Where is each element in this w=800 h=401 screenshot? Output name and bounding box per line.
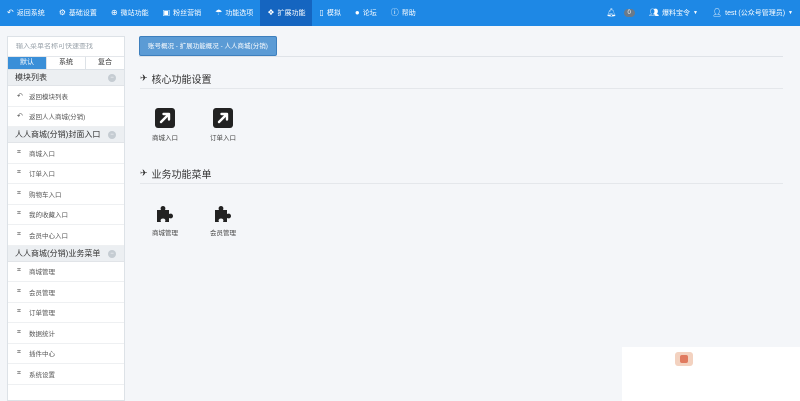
sidebar-item-shop-management[interactable]: ⌗ 商城管理 [8,262,124,282]
tab-system[interactable]: 系统 [47,57,86,69]
umbrella-icon: ☂ [215,8,223,17]
logo-mark [675,352,693,366]
sidebar-item-return-shop[interactable]: ↶ 返回人人商城(分销) [8,107,124,127]
sitemap-icon: ⌗ [17,230,21,238]
info-circle-icon: ⓘ [390,8,399,17]
user-menu[interactable]: 👤︎ test (公众号管理员) ▼ [705,0,800,26]
tile-order-entry[interactable]: 订单入口 [203,108,243,142]
reply-icon: ↶ [17,92,23,100]
tile-shop-management[interactable]: 商城管理 [145,203,185,237]
tile-member-management[interactable]: 会员管理 [203,203,243,237]
collapse-icon[interactable]: − [108,249,116,258]
gift-icon: ▣ [162,8,171,17]
nav-basic-settings[interactable]: ⚙ 基础设置 [52,0,104,26]
reply-icon: ↶ [17,113,23,121]
puzzle-piece-icon [157,206,173,222]
sitemap-icon: ⌗ [17,328,21,336]
menu-search [8,37,124,57]
sidebar-item-favorites-entry[interactable]: ⌗ 我的收藏入口 [8,205,124,225]
sidebar-item-plugin-center[interactable]: ⌗ 插件中心 [8,344,124,364]
sidebar-item-return-module-list[interactable]: ↶ 返回模块列表 [8,86,124,107]
sitemap-icon: ⌗ [17,349,21,357]
sitemap-icon: ⌗ [17,189,21,197]
gear-icon: ⚙ [58,8,66,17]
nav-extensions[interactable]: ❖ 扩展功能 [260,0,313,26]
nav-fans-marketing[interactable]: ▣ 粉丝营销 [156,0,209,26]
group-module-list[interactable]: 模块列表 − [8,70,124,86]
sidebar-item-cart-entry[interactable]: ⌗ 购物车入口 [8,184,124,205]
menu-search-input[interactable] [16,43,116,50]
breadcrumb-divider [139,56,783,57]
sidebar-item-order-entry[interactable]: ⌗ 订单入口 [8,164,124,184]
section-title-business: ✈ 业务功能菜单 [140,168,212,181]
sidebar-tabs: 默认 系统 复合 [8,57,124,70]
section-divider [140,88,783,89]
sidebar-item-statistics[interactable]: ⌗ 数据统计 [8,323,124,344]
sitemap-icon: ⌗ [17,210,21,218]
tab-composite[interactable]: 复合 [86,57,124,69]
cubes-icon: ❖ [267,8,275,17]
plus-circle-icon: ⊕ [110,8,118,17]
puzzle-piece-icon [215,206,231,222]
sitemap-icon: ⌗ [17,169,21,177]
breadcrumb[interactable]: 账号概况 - 扩展功能概况 - 人人商城(分销) [139,36,277,56]
reply-icon: ↶ [7,8,14,17]
sitemap-icon: ⌗ [17,308,21,316]
sitemap-icon: ⌗ [17,369,21,377]
comment-icon: ● [354,8,360,17]
nav-microsite[interactable]: ⊕ 微站功能 [104,0,156,26]
nav-function-options[interactable]: ☂ 功能选项 [208,0,260,26]
nav-return-system[interactable]: ↶ 返回系统 [0,0,52,26]
tab-default[interactable]: 默认 [8,57,47,69]
sidebar-item-order-management[interactable]: ⌗ 订单管理 [8,303,124,323]
sidebar-item-member-management[interactable]: ⌗ 会员管理 [8,282,124,303]
users-icon: 👥︎ [648,8,660,17]
sitemap-icon: ⌗ [17,267,21,275]
sidebar-item-shop-entry[interactable]: ⌗ 商城入口 [8,143,124,164]
account-switcher[interactable]: 👥︎ 爆料宝令 ▼ [642,0,705,26]
sitemap-icon: ⌗ [17,148,21,156]
collapse-icon[interactable]: − [108,74,116,82]
plane-icon: ✈ [140,168,148,178]
top-navbar: ↶ 返回系统 ⚙ 基础设置 ⊕ 微站功能 ▣ 粉丝营销 ☂ 功能选项 ❖ 扩展功能 ▯ 模拟 … [0,0,800,26]
section-title-core: ✈ 核心功能设置 [140,73,212,86]
nav-right-group: 🔔︎ 0 👥︎ 爆料宝令 ▼ 👤︎ test (公众号管理员) ▼ [599,0,800,26]
sidebar-item-system-settings[interactable]: ⌗ 系统设置 [8,364,124,385]
tile-shop-entry[interactable]: 商城入口 [145,108,185,142]
bell-icon: 🔔︎ [606,8,617,17]
sitemap-icon: ⌗ [17,287,21,295]
nav-simulate[interactable]: ▯ 模拟 [312,0,347,26]
caret-down-icon: ▼ [788,10,793,16]
collapse-icon[interactable]: − [108,131,116,139]
caret-down-icon: ▼ [693,10,698,16]
nav-help[interactable]: ⓘ 帮助 [384,0,423,26]
corner-watermark [622,347,800,401]
mobile-icon: ▯ [319,8,324,17]
plane-icon: ✈ [140,73,148,83]
user-icon: 👤︎ [712,8,723,17]
notifications-button[interactable]: 🔔︎ 0 [599,0,642,26]
external-link-icon [155,108,175,128]
sidebar: 默认 系统 复合 模块列表 − ↶返回模块列表 ↶返回人人商城(分销) 人人商城… [7,36,125,401]
notification-badge: 0 [623,9,635,17]
group-cover-entries[interactable]: 人人商城(分销)封面入口 − [8,127,124,143]
group-business-menu[interactable]: 人人商城(分销)业务菜单 − [8,245,124,262]
nav-forum[interactable]: ● 论坛 [348,0,384,26]
sidebar-item-member-center-entry[interactable]: ⌗ 会员中心入口 [8,225,124,246]
section-divider [140,183,783,184]
external-link-icon [213,108,233,128]
